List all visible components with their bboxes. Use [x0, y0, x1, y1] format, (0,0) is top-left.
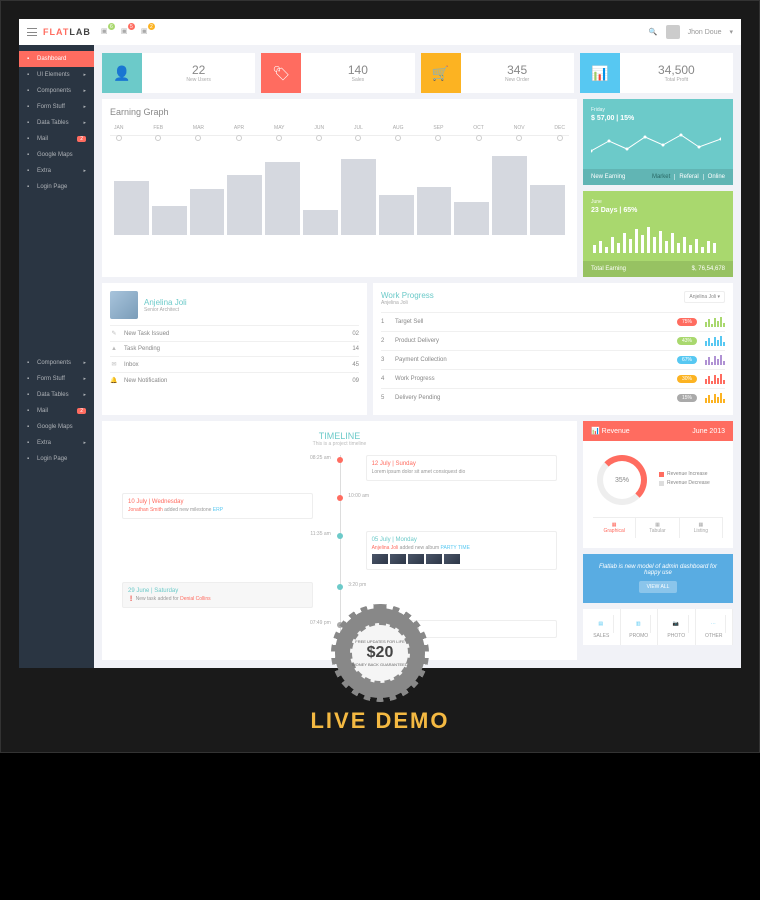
notification-icon[interactable]: ▣2 [141, 27, 151, 37]
bar [190, 189, 225, 235]
bar [492, 156, 527, 235]
bottom-action[interactable]: ⋯OTHER [696, 609, 734, 645]
sidebar-item[interactable]: ▪Components▸ [19, 83, 94, 99]
work-row[interactable]: 3Payment Collection67% [381, 350, 725, 369]
stat-card[interactable]: 📊34,500Total Profit [580, 53, 733, 93]
bar [530, 185, 565, 235]
sidebar: ▪Dashboard▪UI Elements▸▪Components▸▪Form… [19, 45, 94, 668]
sidebar-item[interactable]: ▪Mail2 [19, 403, 94, 419]
timeline-card[interactable]: 29 June | Saturday❗ New task added for D… [122, 582, 313, 608]
tab[interactable]: ▦Listing [680, 518, 723, 538]
topbar: FLATLAB ▣6 ▣5 ▣2 🔍 Jhon Doue ▾ [19, 19, 741, 45]
sidebar-item[interactable]: ▪Data Tables▸ [19, 115, 94, 131]
sidebar-item[interactable]: ▪Extra▸ [19, 163, 94, 179]
chart-icon: 📊 [591, 428, 600, 435]
menu-toggle-icon[interactable] [27, 28, 37, 36]
stat-card[interactable]: 🛒345New Order [421, 53, 574, 93]
price-seal: FREE UPDATES FOR LIFE $20 MONEY BACK GUA… [335, 608, 425, 698]
stat-card[interactable]: 🏷140Sales [261, 53, 414, 93]
revenue-panel: 📊 RevenueJune 2013 35% Revenue IncreaseR… [583, 421, 733, 548]
notification-icon[interactable]: ▣5 [121, 27, 131, 37]
new-earning-card[interactable]: Friday $ 57,00 | 15% New EarningMarketRe… [583, 99, 733, 185]
panel-title: Earning Graph [110, 107, 569, 117]
work-progress-panel: Work ProgressAnjelina Joli Anjelina Joli… [373, 283, 733, 415]
sidebar-item[interactable]: ▪Google Maps [19, 147, 94, 163]
promo-card: Flatlab is new model of admin dashboard … [583, 554, 733, 603]
sparkline [591, 131, 721, 161]
bottom-action[interactable]: ▤SALES [583, 609, 621, 645]
sidebar-item[interactable]: ▪UI Elements▸ [19, 67, 94, 83]
bar [379, 195, 414, 235]
sidebar-item[interactable]: ▪Login Page [19, 179, 94, 195]
notification-icon[interactable]: ▣6 [101, 27, 111, 37]
work-row[interactable]: 5Delivery Pending15% [381, 388, 725, 407]
bar [152, 206, 187, 235]
timeline-card[interactable]: 05 July | MondayAnjelina Joli added new … [366, 531, 557, 570]
bar [227, 175, 262, 235]
sidebar-item[interactable]: ▪Form Stuff▸ [19, 99, 94, 115]
bar [417, 187, 452, 235]
sidebar-item[interactable]: ▪Login Page [19, 451, 94, 467]
profile-row[interactable]: ▲Task Pending14 [110, 341, 359, 356]
total-earning-card[interactable]: June 23 Days | 65% Total Earning$, 76,54… [583, 191, 733, 277]
profile-avatar[interactable] [110, 291, 138, 319]
chevron-down-icon[interactable]: ▾ [729, 28, 733, 36]
sidebar-item[interactable]: ▪Components▸ [19, 355, 94, 371]
user-name[interactable]: Jhon Doue [688, 29, 722, 36]
bar [114, 181, 149, 235]
view-all-button[interactable]: VIEW ALL [639, 581, 678, 593]
sidebar-item[interactable]: ▪Data Tables▸ [19, 387, 94, 403]
bar [265, 162, 300, 235]
profile-panel: Anjelina JoliSenior Architect ✎New Task … [102, 283, 367, 415]
sidebar-item[interactable]: ▪Google Maps [19, 419, 94, 435]
avatar[interactable] [666, 25, 680, 39]
donut-chart: 35% [597, 455, 647, 505]
profile-row[interactable]: ✎New Task Issued02 [110, 325, 359, 341]
work-row[interactable]: 4Work Progress30% [381, 369, 725, 388]
bottom-action[interactable]: ▥PROMO [621, 609, 659, 645]
bar [341, 159, 376, 235]
tab[interactable]: ▦Graphical [593, 518, 636, 538]
sidebar-item[interactable]: ▪Mail2 [19, 131, 94, 147]
sparkbars [591, 223, 721, 253]
tab[interactable]: ▦Tabular [636, 518, 679, 538]
bottom-action[interactable]: 📷PHOTO [658, 609, 696, 645]
sidebar-item[interactable]: ▪Form Stuff▸ [19, 371, 94, 387]
work-row[interactable]: 1Target Sell75% [381, 312, 725, 331]
brand-logo[interactable]: FLATLAB [43, 27, 91, 37]
work-row[interactable]: 2Product Delivery43% [381, 331, 725, 350]
bar [454, 202, 489, 235]
search-icon[interactable]: 🔍 [649, 28, 658, 36]
bar [303, 210, 338, 235]
timeline-card[interactable]: 10 July | WednesdayJonathan Smith added … [122, 493, 313, 519]
earning-graph-panel: Earning Graph JANFEBMARAPRMAYJUNJULAUGSE… [102, 99, 577, 277]
stat-card[interactable]: 👤22New Users [102, 53, 255, 93]
profile-row[interactable]: ✉Inbox45 [110, 356, 359, 372]
sidebar-item[interactable]: ▪Extra▸ [19, 435, 94, 451]
profile-row[interactable]: 🔔New Notification09 [110, 372, 359, 388]
live-demo-label: LIVE DEMO [19, 708, 741, 734]
sidebar-item[interactable]: ▪Dashboard [19, 51, 94, 67]
user-select[interactable]: Anjelina Joli ▾ [684, 291, 725, 303]
timeline-card[interactable]: 12 July | SundayLorem ipsum dolor sit am… [366, 455, 557, 481]
